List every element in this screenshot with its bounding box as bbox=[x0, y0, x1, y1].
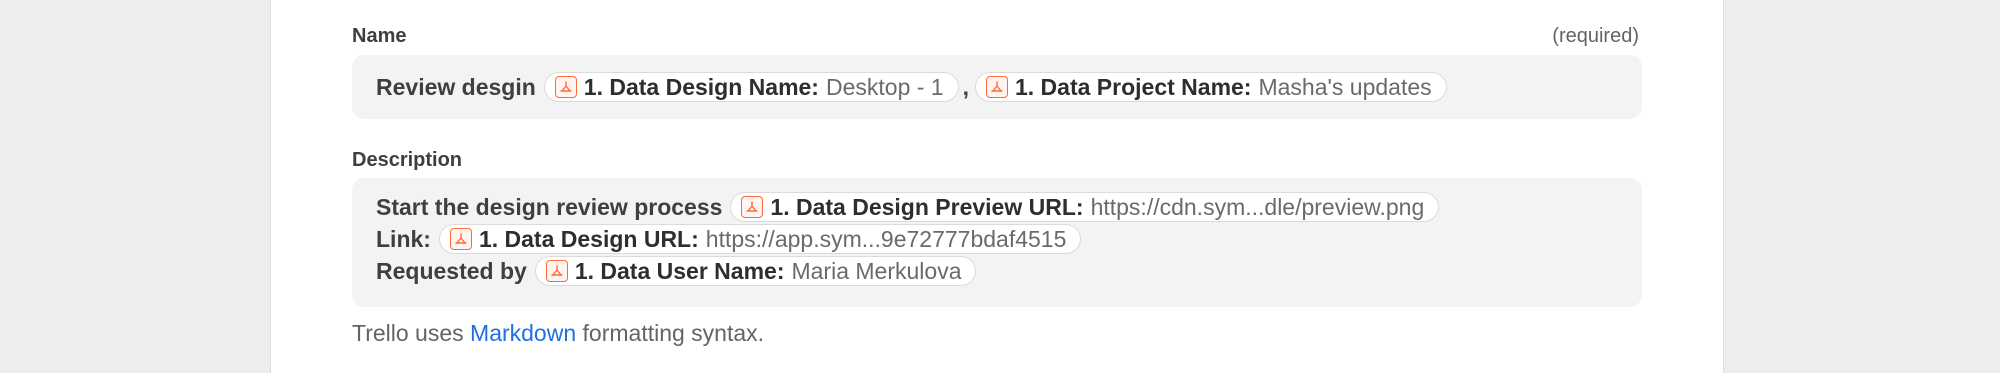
required-indicator: (required) bbox=[1552, 25, 1639, 47]
field-mapping-pill-user-name[interactable]: 1. Data User Name: Maria Merkulova bbox=[534, 256, 977, 286]
pill-key: 1. Data Project Name: bbox=[1014, 73, 1252, 100]
app-step-icon bbox=[449, 228, 472, 250]
pill-value: Masha's updates bbox=[1258, 73, 1432, 100]
description-text: Link: bbox=[376, 225, 431, 252]
markdown-link[interactable]: Markdown bbox=[470, 320, 576, 346]
field-mapping-pill-preview-url[interactable]: 1. Data Design Preview URL: https://cdn.… bbox=[730, 192, 1440, 222]
field-mapping-pill-project-name[interactable]: 1. Data Project Name: Masha's updates bbox=[974, 72, 1447, 102]
name-label: Name bbox=[352, 25, 407, 47]
help-text: Trello uses Markdown formatting syntax. bbox=[352, 320, 764, 347]
pill-key: 1. Data Design URL: bbox=[478, 225, 699, 252]
form-panel: Name (required) Review desgin 1. Data De… bbox=[270, 0, 1724, 373]
pill-value: Desktop - 1 bbox=[825, 73, 944, 100]
help-text-after: formatting syntax. bbox=[582, 320, 765, 346]
app-step-icon bbox=[741, 196, 764, 218]
pill-value: Maria Merkulova bbox=[791, 257, 962, 284]
name-input[interactable]: Review desgin 1. Data Design Name: Deskt… bbox=[352, 55, 1642, 119]
pill-key: 1. Data User Name: bbox=[574, 257, 785, 284]
description-text: Start the design review process bbox=[376, 193, 723, 220]
pill-value: https://app.sym...9e72777bdaf4515 bbox=[705, 225, 1067, 252]
app-step-icon bbox=[545, 260, 568, 282]
app-step-icon bbox=[985, 76, 1008, 98]
app-step-icon bbox=[554, 76, 577, 98]
pill-key: 1. Data Design Preview URL: bbox=[770, 193, 1084, 220]
description-label: Description bbox=[352, 149, 463, 171]
separator: , bbox=[962, 73, 969, 100]
field-mapping-pill-design-name[interactable]: 1. Data Design Name: Desktop - 1 bbox=[543, 72, 959, 102]
description-input[interactable]: Start the design review process 1. Data … bbox=[352, 178, 1642, 307]
description-text: Requested by bbox=[376, 257, 527, 284]
pill-value: https://cdn.sym...dle/preview.png bbox=[1090, 193, 1425, 220]
pill-key: 1. Data Design Name: bbox=[583, 73, 819, 100]
help-text-before: Trello uses bbox=[352, 320, 464, 346]
name-text: Review desgin bbox=[376, 73, 536, 100]
field-mapping-pill-design-url[interactable]: 1. Data Design URL: https://app.sym...9e… bbox=[438, 224, 1082, 254]
